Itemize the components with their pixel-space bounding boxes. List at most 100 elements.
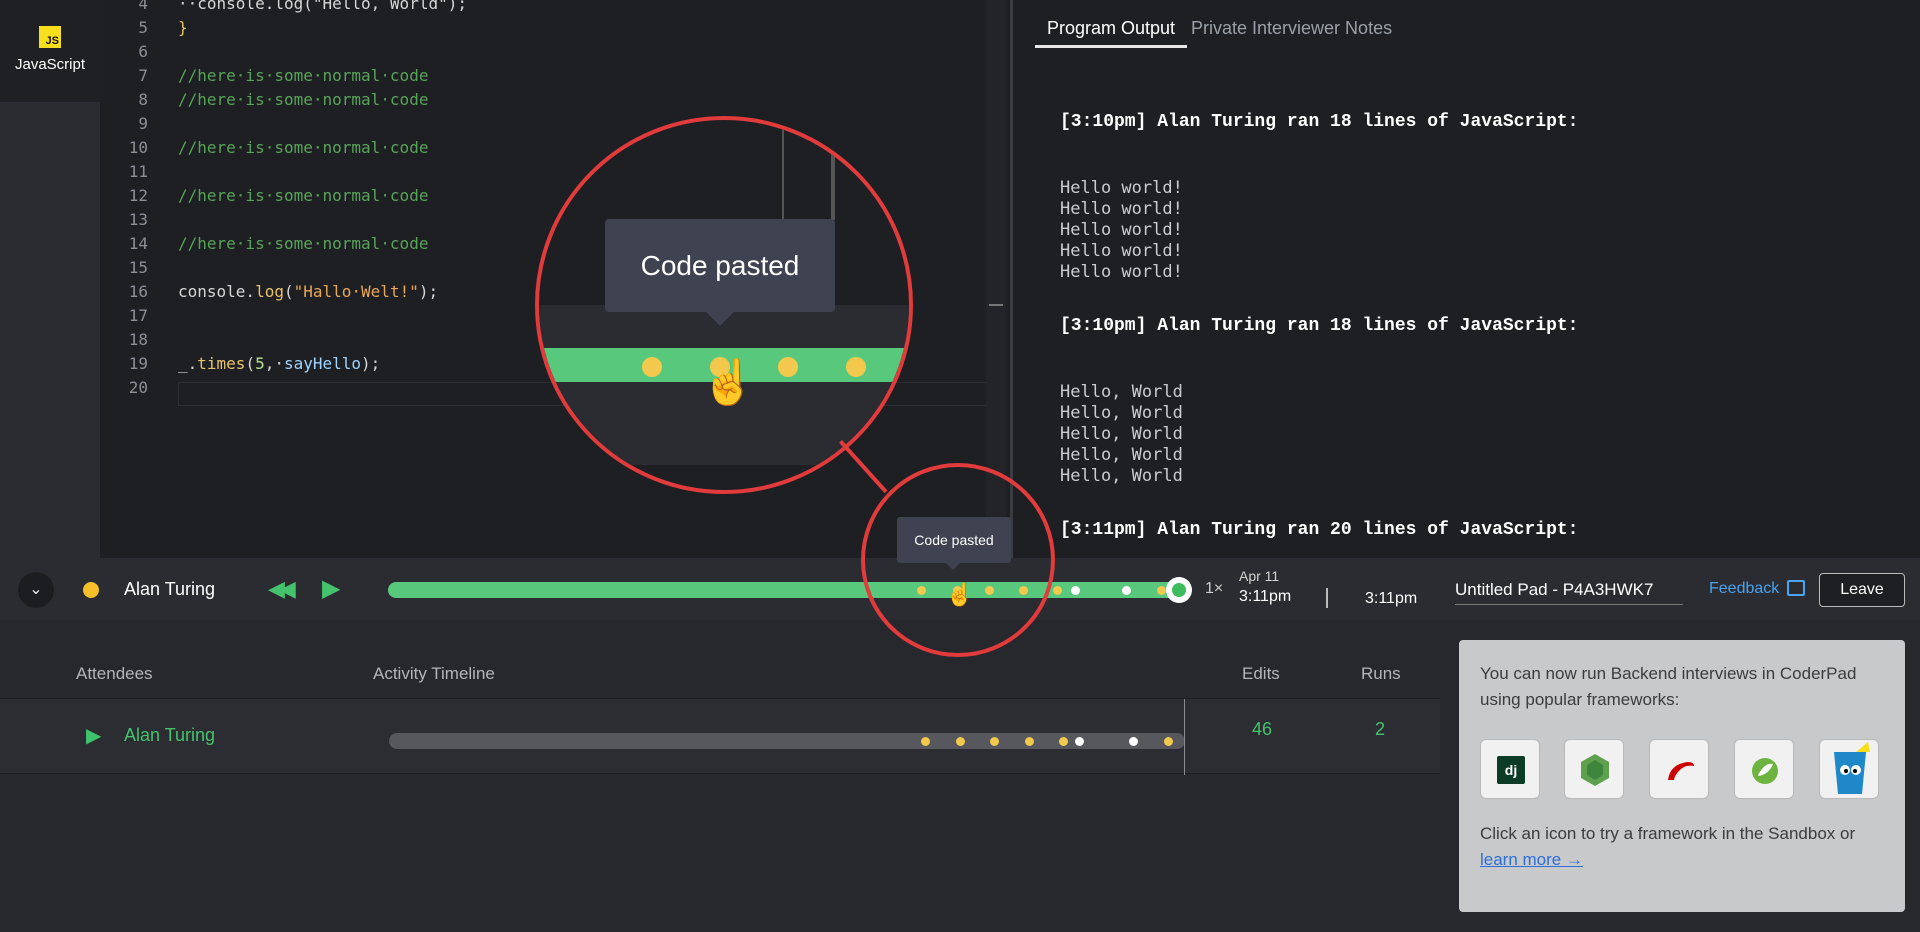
code-token: ( xyxy=(283,282,294,301)
magnified-event-dot xyxy=(778,357,798,377)
output-line: Hello world! xyxy=(1060,220,1183,240)
code-token: sayHello xyxy=(283,354,362,373)
time-separator xyxy=(1326,588,1328,608)
line-number: 4 xyxy=(138,0,148,13)
tab-interviewer-notes[interactable]: Private Interviewer Notes xyxy=(1191,18,1392,48)
leave-button[interactable]: Leave xyxy=(1819,573,1905,607)
output-line: Hello world! xyxy=(1060,262,1183,282)
edit-event-dot[interactable] xyxy=(1157,586,1166,595)
code-token: //here·is·some·normal·code xyxy=(178,66,429,85)
line-number: 8 xyxy=(138,90,148,109)
output-panel: Program Output Private Interviewer Notes… xyxy=(1013,0,1920,558)
edit-event-dot xyxy=(1164,737,1173,746)
magnified-event-dot xyxy=(642,357,662,377)
code-token: ( xyxy=(245,354,256,373)
line-number: 12 xyxy=(128,186,148,205)
code-token: "Hallo·Welt!" xyxy=(293,282,419,301)
code-token: //here·is·some·normal·code xyxy=(178,90,429,109)
line-number: 16 xyxy=(128,282,148,301)
code-token: //here·is·some·normal·code xyxy=(178,138,429,157)
code-token: } xyxy=(178,18,188,37)
code-text: } xyxy=(178,16,188,40)
line-number: 5 xyxy=(138,18,148,37)
edit-event-dot xyxy=(956,737,965,746)
edits-count: 46 xyxy=(1252,719,1273,739)
code-token: _. xyxy=(178,354,198,373)
run-event-dot xyxy=(1129,737,1138,746)
edit-event-dot[interactable] xyxy=(1053,586,1062,595)
line-number: 19 xyxy=(128,354,148,373)
tab-program-output[interactable]: Program Output xyxy=(1035,18,1188,48)
playback-handle[interactable] xyxy=(1166,577,1192,603)
timeline-position-marker xyxy=(1184,699,1185,775)
pad-title-input[interactable]: Untitled Pad - P4A3HWK7 xyxy=(1455,580,1683,605)
code-text: _.times(5,·sayHello); xyxy=(178,352,380,376)
line-number: 18 xyxy=(128,330,148,349)
playback-user-name: Alan Turing xyxy=(124,579,216,599)
language-label: JavaScript xyxy=(14,56,86,73)
edit-event-dot xyxy=(1059,737,1068,746)
tooltip-arrow xyxy=(705,311,735,326)
output-line: Hello, World xyxy=(1060,403,1183,423)
user-color-dot xyxy=(83,582,99,598)
magnified-tooltip: Code pasted xyxy=(605,219,835,312)
code-token: ··console.log("Hello, World"); xyxy=(178,0,467,13)
line-number: 9 xyxy=(138,114,148,133)
django-icon[interactable]: dj xyxy=(1480,739,1540,799)
code-text: //here·is·some·normal·code xyxy=(178,88,428,112)
spring-icon[interactable] xyxy=(1734,739,1794,799)
playback-start-time: 3:11pm xyxy=(1239,588,1292,605)
chat-bubble-icon[interactable] xyxy=(1787,580,1805,596)
code-text: //here·is·some·normal·code xyxy=(178,136,428,160)
play-icon[interactable]: ▶ xyxy=(322,574,340,603)
event-tooltip: Code pasted xyxy=(897,517,1011,563)
code-text: //here·is·some·normal·code xyxy=(178,64,428,88)
code-text: //here·is·some·normal·code xyxy=(178,232,428,256)
hand-pointer-icon: ☝ xyxy=(946,582,974,607)
code-token: //here·is·some·normal·code xyxy=(178,186,429,205)
run-header: [3:10pm] Alan Turing ran 18 lines of Jav… xyxy=(1060,316,1579,336)
playback-end-time: 3:11pm xyxy=(1365,590,1418,607)
frameworks-promo-card: You can now run Backend interviews in Co… xyxy=(1459,640,1905,912)
code-token: ); xyxy=(418,282,439,301)
rails-icon[interactable] xyxy=(1649,739,1709,799)
line-number: 7 xyxy=(138,66,148,85)
feedback-link[interactable]: Feedback xyxy=(1709,580,1779,598)
coderpad-playback-screen: JS JavaScript 4 ··console.log("Hello, Wor… xyxy=(0,0,1920,932)
language-javascript[interactable]: JS JavaScript xyxy=(0,0,100,102)
code-token: console. xyxy=(178,282,256,301)
output-line: Hello, World xyxy=(1060,445,1183,465)
tooltip-arrow xyxy=(946,563,960,570)
run-event-dot[interactable] xyxy=(1071,586,1080,595)
code-token: ,· xyxy=(264,354,284,373)
attendee-name[interactable]: Alan Turing xyxy=(124,725,215,746)
learn-more-link[interactable]: learn more → xyxy=(1480,850,1583,869)
play-icon[interactable]: ▶ xyxy=(86,723,101,748)
output-line: Hello world! xyxy=(1060,241,1183,261)
magnified-scrollbar xyxy=(831,120,835,220)
promo-cta-text: Click an icon to try a framework in the … xyxy=(1480,824,1856,843)
line-number: 13 xyxy=(128,210,148,229)
code-token: times xyxy=(197,354,246,373)
playback-speed[interactable]: 1× xyxy=(1205,580,1223,598)
run-event-dot[interactable] xyxy=(1122,586,1131,595)
runs-count: 2 xyxy=(1375,719,1386,739)
table-row[interactable]: ▶ Alan Turing 46 2 xyxy=(0,698,1440,775)
promo-text: You can now run Backend interviews in Co… xyxy=(1480,664,1857,709)
header-attendees: Attendees xyxy=(76,664,153,683)
promo-cta: Click an icon to try a framework in the … xyxy=(1480,821,1890,873)
edit-event-dot xyxy=(1025,737,1034,746)
code-token: log xyxy=(255,282,284,301)
code-text: //here·is·some·normal·code xyxy=(178,184,428,208)
output-line: Hello world! xyxy=(1060,178,1183,198)
header-activity-timeline: Activity Timeline xyxy=(373,664,495,683)
svg-text:dj: dj xyxy=(1505,762,1517,778)
nodejs-icon[interactable] xyxy=(1564,739,1624,799)
line-number: 20 xyxy=(128,378,148,397)
code-token: //here·is·some·normal·code xyxy=(178,234,429,253)
line-number: 10 xyxy=(128,138,148,157)
flask-icon[interactable] xyxy=(1819,739,1879,799)
rewind-icon[interactable]: ◀◀ xyxy=(268,576,296,602)
line-number: 6 xyxy=(138,42,148,61)
chevron-down-icon[interactable]: ⌄ xyxy=(18,572,54,608)
